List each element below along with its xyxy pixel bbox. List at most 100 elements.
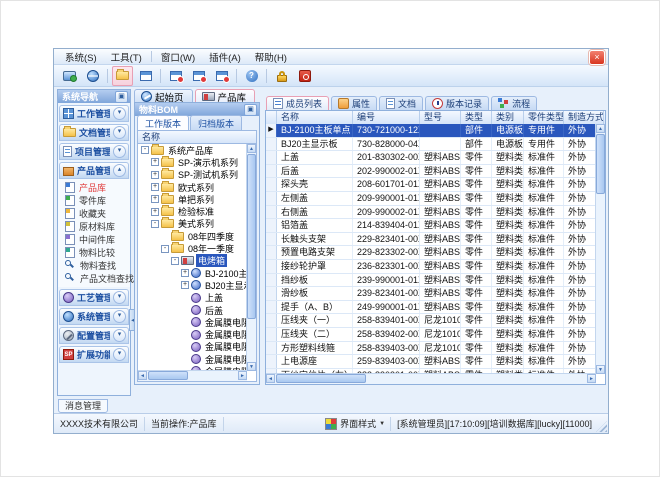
tree-node[interactable]: 08年四季度 bbox=[138, 230, 247, 242]
scroll-down-icon[interactable]: ▼ bbox=[596, 365, 605, 374]
table-horizontal-scrollbar[interactable]: ◄ ► bbox=[266, 373, 596, 384]
column-header-4[interactable]: 类型 bbox=[461, 111, 492, 124]
table-row[interactable]: 左侧盖209-990001-01X塑料ABS零件塑料类标准件外协条 bbox=[266, 192, 596, 206]
tree-vscroll-thumb[interactable] bbox=[247, 154, 256, 319]
table-row[interactable]: 探头壳208-601701-01X塑料ABS零件塑料类标准件外协条 bbox=[266, 178, 596, 192]
expand-icon[interactable]: + bbox=[151, 171, 159, 179]
tree-horizontal-scrollbar[interactable]: ◄ ► bbox=[138, 370, 247, 381]
logout-power-button[interactable] bbox=[294, 66, 315, 86]
section-product-mgmt[interactable]: 产品管理▴ bbox=[59, 162, 129, 179]
chevron-down-icon[interactable]: ▾ bbox=[113, 145, 126, 158]
nav-item-raw-material-library[interactable]: 原材料库 bbox=[58, 220, 130, 233]
scroll-up-icon[interactable]: ▲ bbox=[596, 124, 605, 133]
tree-node[interactable]: +SP-测试机系列 bbox=[138, 169, 247, 181]
expand-icon[interactable]: + bbox=[151, 158, 159, 166]
table-vertical-scrollbar[interactable]: ▲ ▼ bbox=[595, 124, 605, 374]
section-system-mgmt[interactable]: 系统管理▾ bbox=[59, 308, 129, 325]
lock-button[interactable] bbox=[271, 66, 292, 86]
expand-icon[interactable]: + bbox=[151, 208, 159, 216]
tree-node[interactable]: 金属膜电阻器 bbox=[138, 341, 247, 353]
tab-version-history[interactable]: 版本记录 bbox=[425, 96, 489, 110]
tree-hscroll-thumb[interactable] bbox=[148, 371, 188, 380]
table-hscroll-thumb[interactable] bbox=[276, 374, 366, 383]
tree-node[interactable]: +单把系列 bbox=[138, 193, 247, 205]
section-craft-mgmt[interactable]: 工艺管理▾ bbox=[59, 289, 129, 306]
nav-item-favorites[interactable]: 收藏夹 bbox=[58, 207, 130, 220]
chevron-down-icon[interactable]: ▾ bbox=[113, 107, 126, 120]
open-folder-button[interactable] bbox=[112, 66, 133, 86]
collapse-icon[interactable]: - bbox=[141, 146, 149, 154]
ui-style-button[interactable]: 界面样式 ▼ bbox=[320, 417, 390, 431]
workspace-screen-button[interactable] bbox=[59, 66, 80, 86]
menu-tools[interactable]: 工具(T) bbox=[104, 49, 149, 65]
tree-vertical-scrollbar[interactable]: ▲ ▼ bbox=[246, 144, 256, 371]
tree-node[interactable]: +欧式系列 bbox=[138, 181, 247, 193]
collapse-icon[interactable]: - bbox=[171, 257, 179, 265]
tab-workflow[interactable]: 流程 bbox=[491, 96, 537, 110]
tree-node[interactable]: 上盖 bbox=[138, 292, 247, 304]
table-row[interactable]: 提手（A、B）249-990001-01X塑料ABS零件塑料类标准件外协条 bbox=[266, 301, 596, 315]
tree-node[interactable]: 后盖 bbox=[138, 304, 247, 316]
help-button[interactable] bbox=[241, 66, 262, 86]
tree-node[interactable]: 金属膜电阻器 bbox=[138, 353, 247, 365]
scroll-up-icon[interactable]: ▲ bbox=[247, 144, 256, 153]
table-row[interactable]: 方形塑料线箍258-839403-00X尼龙1010零件塑料类标准件外协条 bbox=[266, 342, 596, 356]
section-config-mgmt[interactable]: 配置管理▾ bbox=[59, 327, 129, 344]
tab-properties[interactable]: 属性 bbox=[331, 96, 377, 110]
message-tab[interactable]: 消息管理 bbox=[58, 399, 108, 413]
table-row[interactable]: 挡纱板239-990001-01X塑料ABS零件塑料类标准件外协条 bbox=[266, 274, 596, 288]
tree-node[interactable]: +检验标准 bbox=[138, 205, 247, 217]
scroll-down-icon[interactable]: ▼ bbox=[247, 362, 256, 371]
tree-node[interactable]: +BJ-2100主板单点 bbox=[138, 267, 247, 279]
expand-icon[interactable]: + bbox=[181, 269, 189, 277]
bom-panel-menu-button[interactable]: ▣ bbox=[244, 104, 257, 116]
globe-button[interactable] bbox=[82, 66, 103, 86]
scroll-left-icon[interactable]: ◄ bbox=[138, 371, 147, 380]
nav-item-material-search[interactable]: 物料查找 bbox=[58, 259, 130, 272]
close-window-button[interactable] bbox=[165, 66, 186, 86]
table-row[interactable]: BJ20主显示板730-828000-04X部件电源板专用件外协颗 bbox=[266, 138, 596, 152]
chevron-down-icon[interactable]: ▾ bbox=[113, 126, 126, 139]
menu-system[interactable]: 系统(S) bbox=[58, 49, 104, 65]
tree-node[interactable]: +BJ20主显示板 bbox=[138, 279, 247, 291]
column-header-7[interactable]: 制造方式 bbox=[564, 111, 604, 124]
table-vscroll-thumb[interactable] bbox=[596, 134, 605, 194]
menu-help[interactable]: 帮助(H) bbox=[248, 49, 294, 65]
section-project-mgmt[interactable]: 项目管理▾ bbox=[59, 143, 129, 160]
close-all-windows-button[interactable] bbox=[188, 66, 209, 86]
nav-item-product-doc-search[interactable]: 产品文档查找 bbox=[58, 272, 130, 285]
tree-node[interactable]: 金属膜电阻器 bbox=[138, 316, 247, 328]
expand-icon[interactable]: + bbox=[181, 281, 189, 289]
tree-column-header[interactable]: 名称 bbox=[138, 131, 256, 144]
nav-item-material-compare[interactable]: 物料比较 bbox=[58, 246, 130, 259]
tab-member-list[interactable]: 成员列表 bbox=[266, 96, 329, 110]
table-row[interactable]: 压线夹（一）258-839401-00X尼龙1010零件塑料类标准件外协条 bbox=[266, 314, 596, 328]
nav-item-part-library[interactable]: 零件库 bbox=[58, 194, 130, 207]
scroll-right-icon[interactable]: ► bbox=[587, 374, 596, 383]
column-header-5[interactable]: 类别 bbox=[492, 111, 524, 124]
scroll-left-icon[interactable]: ◄ bbox=[266, 374, 275, 383]
table-row[interactable]: 长触头支架229-823401-00X塑料ABS零件塑料类标准件外协条 bbox=[266, 233, 596, 247]
menu-window[interactable]: 窗口(W) bbox=[154, 49, 202, 65]
tree-node[interactable]: 金属膜电阻器 bbox=[138, 328, 247, 340]
table-row[interactable]: 预置电路支架229-823302-00X塑料ABS零件塑料类标准件外协条 bbox=[266, 246, 596, 260]
table-row[interactable]: 右侧盖209-990002-01X塑料ABS零件塑料类标准件外协条 bbox=[266, 206, 596, 220]
tree-node[interactable]: -美式系列 bbox=[138, 218, 247, 230]
section-extend-func[interactable]: 扩展功能▾ bbox=[59, 346, 129, 363]
window-panel-button[interactable] bbox=[135, 66, 156, 86]
table-row[interactable]: ▶BJ-2100主板单点730-721000-12X部件电源板专用件外协颗 bbox=[266, 124, 596, 138]
column-header-1[interactable]: 名称 bbox=[277, 111, 353, 124]
close-tab-button[interactable]: × bbox=[589, 50, 605, 65]
chevron-down-icon[interactable]: ▾ bbox=[113, 329, 126, 342]
section-doc-mgmt[interactable]: 文档管理▾ bbox=[59, 124, 129, 141]
section-work-mgmt[interactable]: 工作管理▾ bbox=[59, 105, 129, 122]
nav-collapse-button[interactable]: ▣ bbox=[115, 91, 128, 103]
expand-icon[interactable]: + bbox=[151, 195, 159, 203]
table-row[interactable]: 上盖201-830302-00X塑料ABS零件塑料类标准件外协条 bbox=[266, 151, 596, 165]
collapse-icon[interactable]: - bbox=[161, 245, 169, 253]
column-header-6[interactable]: 零件类型 bbox=[524, 111, 564, 124]
collapse-icon[interactable]: - bbox=[151, 220, 159, 228]
table-row[interactable]: 上电源座259-839403-00X塑料ABS零件塑料类标准件外协条 bbox=[266, 355, 596, 369]
table-row[interactable]: 后盖202-990002-01X塑料ABS零件塑料类标准件外协条 bbox=[266, 165, 596, 179]
table-row[interactable]: 铝箔盖214-839404-01X塑料ABS零件塑料类标准件外协条 bbox=[266, 219, 596, 233]
